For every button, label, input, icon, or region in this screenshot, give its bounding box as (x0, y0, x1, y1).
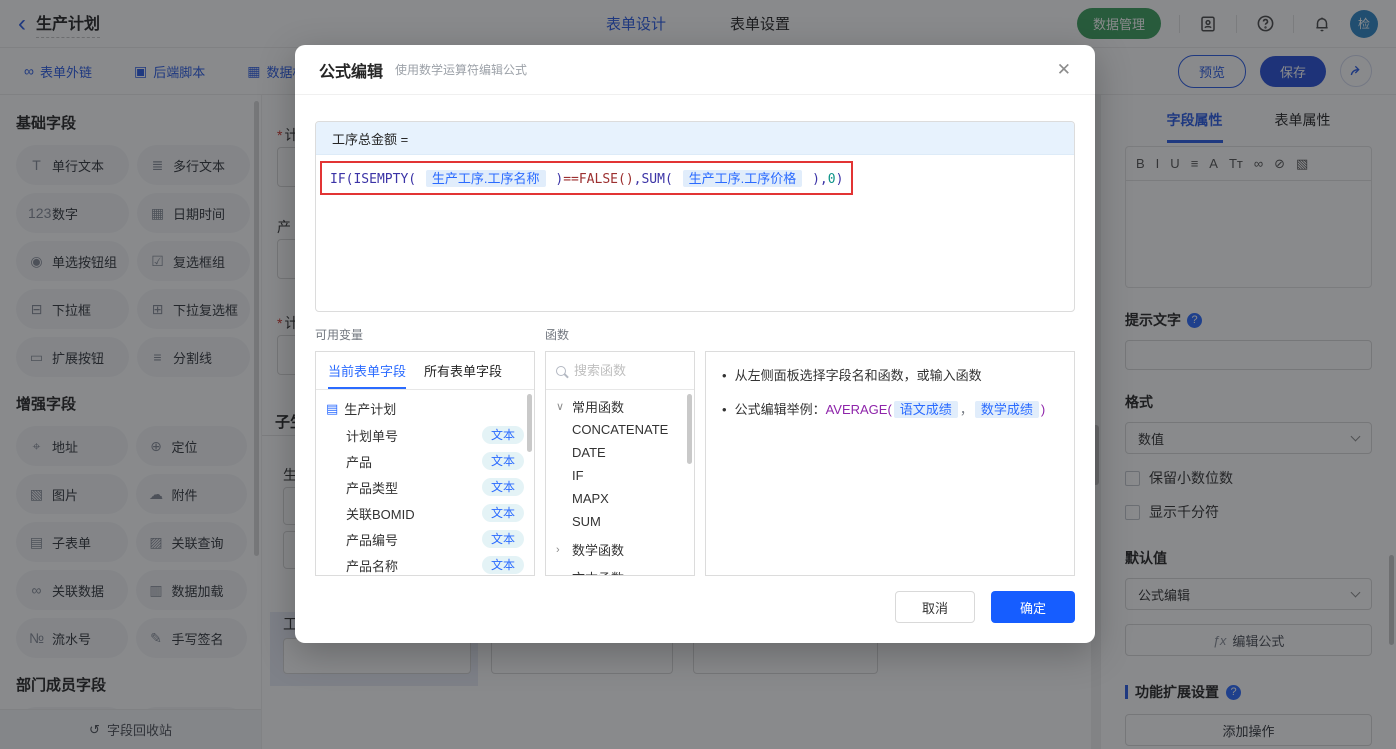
caret-down-icon: ∨ (556, 401, 565, 413)
field-type-badge: 文本 (481, 478, 524, 496)
variable-field-name: 关联BOMID (346, 506, 415, 522)
variable-field-row[interactable]: 产品编号 文本 (316, 526, 534, 552)
variables-panel: 当前表单字段 所有表单字段 ▤ 生产计划 计划单号 文本 产品 文本 产品类型 … (315, 351, 535, 576)
variable-field-row[interactable]: 计划单号 文本 (316, 422, 534, 448)
variable-field-name: 产品类型 (346, 480, 399, 496)
functions-section-label: 函数 (545, 328, 570, 342)
formula-editor-dialog: 公式编辑 使用数学运算符编辑公式 ✕ 工序总金额 = IF(ISEMPTY( 生… (295, 45, 1095, 643)
example-field-chip: 语文成绩 (893, 401, 958, 418)
help-bullet-2: 公式编辑举例：AVERAGE(语文成绩，数学成绩) (734, 401, 1046, 418)
field-type-badge: 文本 (481, 556, 524, 574)
tab-current-form-fields[interactable]: 当前表单字段 (328, 352, 407, 389)
formula-editor-box: 工序总金额 = IF(ISEMPTY( 生产工序.工序名称 )==FALSE()… (315, 121, 1075, 312)
formula-token: ) (835, 172, 844, 187)
help-panel: • 从左侧面板选择字段名和函数，或输入函数 • 公式编辑举例：AVERAGE(语… (705, 351, 1075, 576)
function-group-math[interactable]: › 数学函数 (546, 533, 694, 561)
caret-right-icon: › (556, 543, 560, 556)
variable-field-row[interactable]: 产品名称 文本 (316, 552, 534, 575)
formula-input-area[interactable]: IF(ISEMPTY( 生产工序.工序名称 )==FALSE(),SUM( 生产… (316, 155, 1074, 201)
tab-all-form-fields[interactable]: 所有表单字段 (424, 352, 502, 389)
formula-token: 生产工序.工序名称 (425, 170, 546, 187)
dialog-subtitle: 使用数学运算符编辑公式 (395, 63, 528, 77)
formula-token: ,SUM( (633, 172, 681, 187)
variable-field-name: 产品 (346, 454, 373, 470)
document-icon: ▤ (326, 400, 339, 416)
variable-field-row[interactable]: 产品类型 文本 (316, 474, 534, 500)
variable-field-name: 产品名称 (346, 558, 399, 574)
example-field-chip: 数学成绩 (974, 401, 1039, 418)
function-item[interactable]: SUM (546, 510, 694, 533)
field-type-badge: 文本 (481, 504, 524, 522)
dialog-title: 公式编辑 (319, 63, 384, 81)
caret-right-icon: › (556, 572, 566, 576)
variables-section-label: 可用变量 (315, 328, 364, 342)
field-type-badge: 文本 (481, 426, 524, 444)
form-tree-root[interactable]: ▤ 生产计划 (316, 390, 534, 422)
help-bullet-1: 从左侧面板选择字段名和函数，或输入函数 (734, 368, 982, 383)
formula-highlight-annotation: IF(ISEMPTY( 生产工序.工序名称 )==FALSE(),SUM( 生产… (320, 161, 854, 195)
variables-scrollbar[interactable] (527, 394, 532, 452)
formula-token: ), (804, 172, 828, 187)
function-item[interactable]: CONCATENATE (546, 418, 694, 441)
search-icon (556, 365, 566, 376)
field-type-badge: 文本 (481, 452, 524, 470)
formula-target: 工序总金额 = (316, 122, 1074, 155)
function-item[interactable]: DATE (546, 441, 694, 464)
variable-field-name: 产品编号 (346, 532, 399, 548)
variable-field-row[interactable]: 关联BOMID 文本 (316, 500, 534, 526)
functions-scrollbar[interactable] (687, 394, 692, 464)
confirm-button[interactable]: 确定 (991, 591, 1075, 623)
functions-panel: ∨ 常用函数 CONCATENATE DATE IF MAPX SUM › 数学… (545, 351, 695, 576)
function-group-common[interactable]: ∨ 常用函数 (546, 390, 694, 418)
function-item[interactable]: MAPX (546, 487, 694, 510)
function-item[interactable]: IF (546, 464, 694, 487)
close-icon[interactable]: ✕ (1057, 60, 1071, 80)
formula-token: 0 (827, 172, 836, 187)
function-search-input[interactable] (574, 363, 674, 378)
formula-token: 生产工序.工序价格 (682, 170, 803, 187)
formula-token: IF(ISEMPTY( (330, 172, 424, 187)
formula-token: ) (547, 172, 564, 187)
variable-field-name: 计划单号 (346, 428, 399, 444)
cancel-button[interactable]: 取消 (895, 591, 975, 623)
variable-field-row[interactable]: 产品 文本 (316, 448, 534, 474)
field-type-badge: 文本 (481, 530, 524, 548)
function-group-text[interactable]: › 文本函数 (546, 561, 694, 576)
formula-token: ==FALSE() (563, 172, 634, 187)
formula-expression[interactable]: IF(ISEMPTY( 生产工序.工序名称 )==FALSE(),SUM( 生产… (330, 170, 844, 187)
